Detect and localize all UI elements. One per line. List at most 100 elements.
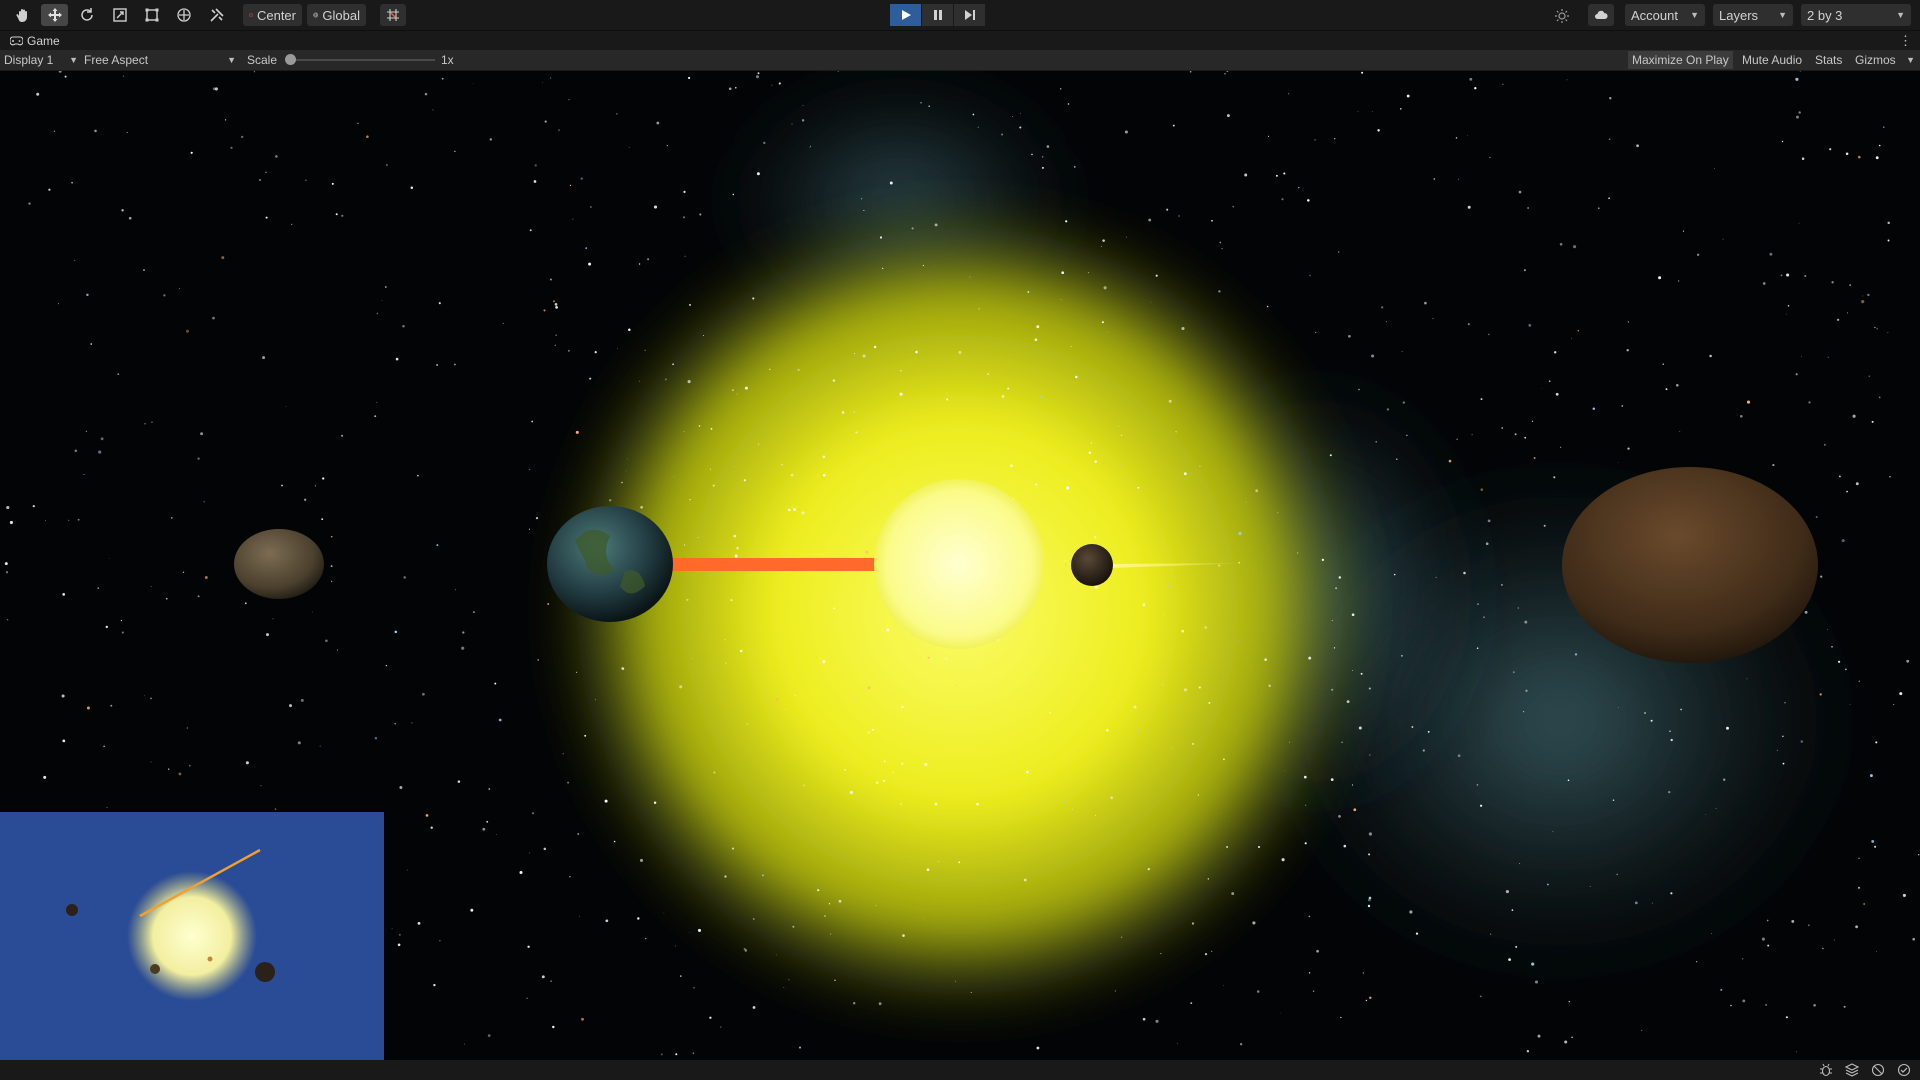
star bbox=[833, 607, 835, 610]
cloud-button[interactable] bbox=[1588, 4, 1614, 26]
star bbox=[314, 485, 317, 487]
step-button[interactable] bbox=[954, 4, 985, 26]
game-viewport[interactable] bbox=[0, 71, 1920, 1060]
pivot-space-toggle[interactable]: Global bbox=[307, 4, 366, 26]
hand-tool-button[interactable] bbox=[9, 4, 36, 26]
star bbox=[901, 705, 904, 709]
star bbox=[682, 216, 686, 219]
more-options-icon[interactable]: ⋮ bbox=[1899, 33, 1912, 49]
star bbox=[931, 368, 932, 369]
star bbox=[1012, 115, 1014, 117]
star bbox=[1396, 458, 1398, 461]
star bbox=[1680, 708, 1682, 711]
star bbox=[1101, 321, 1104, 324]
star bbox=[1075, 375, 1078, 379]
star bbox=[1223, 985, 1225, 986]
star bbox=[647, 258, 650, 261]
star bbox=[1343, 844, 1347, 848]
star bbox=[1125, 236, 1127, 238]
star bbox=[1487, 519, 1491, 523]
star bbox=[621, 481, 623, 484]
bug-icon[interactable] bbox=[1819, 1063, 1833, 1077]
star bbox=[1252, 921, 1256, 925]
checkmark-icon[interactable] bbox=[1897, 1063, 1911, 1077]
grid-snap-button[interactable] bbox=[380, 4, 406, 26]
star bbox=[1063, 801, 1065, 803]
star bbox=[527, 945, 530, 948]
hand-icon bbox=[15, 9, 27, 22]
pause-button[interactable] bbox=[922, 4, 953, 26]
account-dropdown[interactable]: Account ▼ bbox=[1625, 4, 1705, 26]
star bbox=[822, 455, 826, 459]
star bbox=[1511, 909, 1514, 911]
star bbox=[1341, 741, 1343, 743]
transform-tool-button[interactable] bbox=[170, 4, 197, 26]
star bbox=[519, 870, 523, 875]
star bbox=[1855, 925, 1858, 929]
star bbox=[1331, 688, 1334, 691]
stats-toggle[interactable]: Stats bbox=[1811, 51, 1846, 69]
star bbox=[1531, 420, 1534, 422]
account-label: Account bbox=[1631, 7, 1678, 23]
star bbox=[801, 119, 805, 122]
star bbox=[1226, 846, 1229, 848]
scale-slider-track[interactable] bbox=[290, 59, 435, 61]
star bbox=[558, 129, 560, 131]
star bbox=[1381, 306, 1384, 309]
star bbox=[666, 144, 669, 147]
custom-tool-button[interactable] bbox=[203, 4, 230, 26]
star bbox=[638, 263, 641, 265]
star bbox=[53, 130, 56, 132]
rotate-tool-button[interactable] bbox=[73, 4, 100, 26]
aspect-dropdown[interactable]: Free Aspect ▼ bbox=[84, 50, 236, 70]
tab-game[interactable]: Game bbox=[4, 32, 66, 50]
star bbox=[74, 259, 76, 261]
star bbox=[978, 307, 981, 310]
rect-tool-button[interactable] bbox=[138, 4, 165, 26]
star bbox=[797, 368, 800, 372]
layout-dropdown[interactable]: 2 by 3 ▼ bbox=[1801, 4, 1911, 26]
star bbox=[1362, 972, 1364, 974]
star bbox=[867, 686, 871, 690]
play-button[interactable] bbox=[890, 4, 921, 26]
cloud-icon bbox=[1595, 10, 1608, 19]
mute-audio-toggle[interactable]: Mute Audio bbox=[1738, 51, 1806, 69]
display-dropdown[interactable]: Display 1 ▼ bbox=[4, 50, 78, 70]
lighting-button[interactable] bbox=[1548, 5, 1575, 27]
star bbox=[1289, 741, 1291, 743]
layers-dropdown[interactable]: Layers ▼ bbox=[1713, 4, 1793, 26]
star bbox=[1742, 958, 1744, 960]
star bbox=[1893, 703, 1895, 706]
star bbox=[575, 671, 578, 674]
star bbox=[1568, 1000, 1571, 1003]
star bbox=[1780, 274, 1783, 277]
star bbox=[103, 745, 105, 747]
maximize-on-play-toggle[interactable]: Maximize On Play bbox=[1628, 51, 1733, 69]
star bbox=[291, 223, 293, 226]
chevron-down-icon: ▼ bbox=[1906, 55, 1915, 65]
layers-icon[interactable] bbox=[1845, 1063, 1859, 1077]
star bbox=[1433, 178, 1436, 180]
star bbox=[1171, 747, 1172, 749]
star bbox=[606, 919, 609, 922]
star bbox=[1168, 399, 1172, 403]
star bbox=[753, 681, 755, 683]
scale-slider-handle[interactable] bbox=[285, 54, 296, 65]
pivot-mode-toggle[interactable]: Center bbox=[243, 4, 302, 26]
star bbox=[791, 123, 793, 125]
star bbox=[128, 216, 132, 220]
network-icon[interactable] bbox=[1871, 1063, 1885, 1077]
star bbox=[109, 558, 110, 559]
star bbox=[212, 87, 216, 91]
move-tool-button[interactable] bbox=[41, 4, 68, 26]
star bbox=[331, 182, 334, 185]
star bbox=[902, 934, 905, 937]
star bbox=[411, 722, 413, 724]
star bbox=[1906, 659, 1910, 663]
star bbox=[454, 150, 456, 153]
star bbox=[1190, 1002, 1193, 1004]
star bbox=[775, 954, 777, 956]
scale-tool-button[interactable] bbox=[106, 4, 133, 26]
star bbox=[266, 633, 269, 637]
gizmos-dropdown[interactable]: Gizmos ▼ bbox=[1855, 50, 1915, 70]
